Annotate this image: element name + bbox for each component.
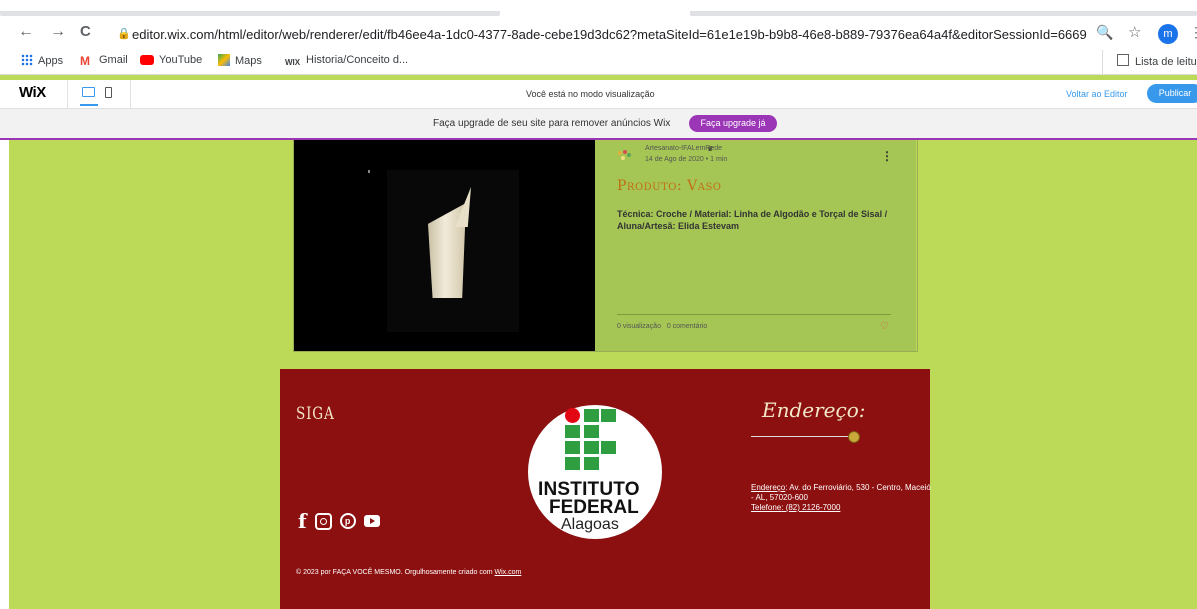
gmail-icon: M	[80, 54, 90, 68]
copyright-text: © 2023 por FAÇA VOCÊ MESMO. Orgulhosamen…	[296, 569, 495, 576]
youtube-icon	[140, 55, 154, 65]
forward-arrow-icon[interactable]: →	[50, 23, 66, 41]
reload-icon[interactable]: C	[80, 23, 91, 40]
bookmark-star-icon[interactable]: ☆	[1128, 23, 1141, 41]
bookmark-apps-label: Apps	[38, 55, 64, 67]
reading-list-label: Lista de leitura	[1135, 56, 1197, 68]
needle-decoration	[751, 436, 851, 437]
page-edge	[0, 140, 9, 609]
chrome-menu-icon[interactable]: ⋮	[1189, 24, 1197, 41]
apps-grid-icon	[21, 54, 33, 66]
mobile-view-icon[interactable]	[105, 87, 112, 98]
siga-heading: SIGA	[296, 404, 335, 424]
reading-list-icon	[1117, 54, 1129, 66]
bookmark-gmail[interactable]: M Gmail	[80, 54, 128, 68]
bookmark-gmail-label: Gmail	[99, 54, 128, 66]
desktop-view-indicator	[80, 104, 98, 106]
phone-value[interactable]: : (82) 2126-7000	[781, 503, 840, 512]
bookmark-maps[interactable]: Maps	[218, 54, 262, 67]
bookmark-youtube[interactable]: YouTube	[140, 54, 202, 66]
back-arrow-icon[interactable]: ←	[18, 23, 34, 41]
address-block: Endereço: Av. do Ferroviário, 530 - Cent…	[751, 483, 931, 513]
upgrade-button[interactable]: Faça upgrade já	[689, 115, 777, 132]
ifal-logo-square	[584, 409, 599, 422]
ifal-logo-square	[565, 457, 580, 470]
social-links: fp	[298, 509, 388, 533]
button-decoration-icon	[848, 431, 860, 443]
ifal-logo-square	[584, 457, 599, 470]
wix-link[interactable]: Wix.com	[495, 569, 522, 576]
ifal-logo-square	[584, 425, 599, 438]
bookmark-historia-label: Historia/Conceito d...	[306, 54, 409, 66]
maps-icon	[218, 54, 230, 66]
upgrade-banner-text: Faça upgrade de seu site para remover an…	[433, 118, 671, 129]
pinterest-icon[interactable]: p	[339, 513, 356, 529]
divider	[67, 80, 68, 108]
wix-logo[interactable]: WiX	[19, 84, 46, 101]
bookmark-apps[interactable]: Apps	[21, 54, 63, 67]
reading-list-button[interactable]: Lista de leitura	[1102, 50, 1197, 74]
ifal-logo-square	[584, 441, 599, 454]
profile-avatar[interactable]: m	[1158, 24, 1178, 44]
desktop-view-icon[interactable]	[82, 87, 95, 97]
back-to-editor-link[interactable]: Voltar ao Editor	[1066, 89, 1128, 99]
ifal-logo-red-circle	[565, 408, 580, 423]
zoom-icon[interactable]: 🔍	[1096, 24, 1113, 41]
post-card-border	[293, 140, 918, 352]
lock-icon[interactable]: 🔒	[117, 27, 131, 40]
address-label: Endereço	[751, 483, 786, 492]
bookmark-historia[interactable]: WIX Historia/Conceito d...	[285, 54, 408, 70]
endereco-heading: Endereço:	[762, 398, 866, 422]
ifal-logo-square	[565, 441, 580, 454]
instagram-icon[interactable]	[314, 512, 332, 530]
preview-mode-label: Você está no modo visualização	[526, 89, 655, 99]
copyright: © 2023 por FAÇA VOCÊ MESMO. Orgulhosamen…	[296, 569, 521, 576]
ifal-logo-square	[601, 409, 616, 422]
ifal-logo-square	[601, 441, 616, 454]
publish-button[interactable]: Publicar	[1147, 84, 1197, 103]
divider	[130, 80, 131, 108]
facebook-icon[interactable]: f	[298, 509, 307, 533]
youtube-icon[interactable]	[363, 515, 380, 527]
ifal-logo-square	[565, 425, 580, 438]
bookmark-youtube-label: YouTube	[159, 54, 203, 66]
wix-favicon: WIX	[285, 58, 301, 67]
url-text[interactable]: editor.wix.com/html/editor/web/renderer/…	[132, 27, 1087, 42]
phone-label: Telefone	[751, 503, 782, 512]
ifal-logo-text-alagoas: Alagoas	[561, 516, 619, 533]
bookmark-maps-label: Maps	[235, 55, 262, 67]
